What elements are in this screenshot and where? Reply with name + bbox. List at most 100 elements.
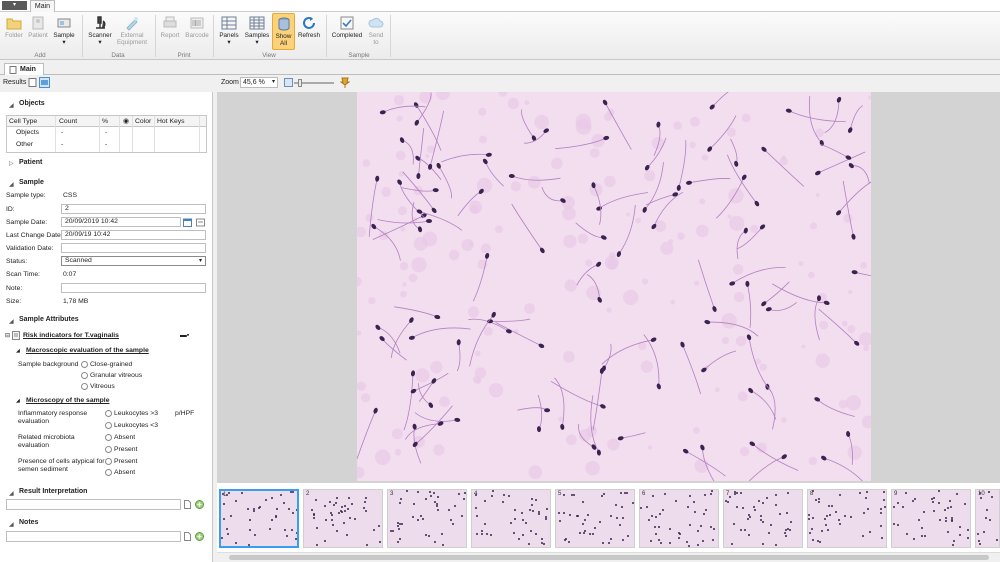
send-to-button[interactable]: Send to	[366, 15, 386, 46]
column-percent[interactable]: %	[102, 116, 108, 127]
ribbon: Folder Patient Sample ▾ Add Scanner ▾ Exte…	[0, 12, 1000, 60]
table-row-percent: -	[105, 129, 108, 136]
id-field[interactable]: 2	[61, 204, 206, 214]
collapse-triangle-icon[interactable]: ◢	[9, 181, 14, 188]
radio-atypical-absent[interactable]	[105, 469, 112, 476]
result-interpretation-field[interactable]	[6, 499, 181, 510]
radio-granular-vitreous[interactable]	[81, 372, 88, 379]
note-field[interactable]	[61, 283, 206, 293]
external-equipment-button[interactable]: External Equipment	[114, 15, 150, 46]
document-icon[interactable]	[184, 532, 191, 541]
folder-button[interactable]: Folder	[4, 15, 24, 39]
tab-main-document[interactable]: Main	[4, 63, 44, 75]
thumbnail-index: 1	[223, 492, 227, 498]
samples-button[interactable]: Samples ▾	[243, 15, 271, 46]
show-all-button[interactable]: Show All	[272, 13, 295, 50]
vitreous-label: Vitreous	[90, 383, 115, 390]
thumbnail-item[interactable]: 3	[387, 489, 467, 548]
scrollbar-thumb[interactable]	[229, 555, 989, 560]
pin-icon[interactable]	[340, 77, 350, 88]
zoom-fit-icon[interactable]	[284, 78, 293, 87]
document-tab-bar: Main	[0, 61, 1000, 75]
options-menu-icon[interactable]: ▬▪	[180, 332, 189, 339]
radio-vitreous[interactable]	[81, 383, 88, 390]
zoom-select[interactable]: 45,6 % ▾	[240, 77, 278, 88]
column-count[interactable]: Count	[59, 116, 77, 127]
thumbnail-item[interactable]: 6	[639, 489, 719, 548]
thumbnail-item[interactable]: 5	[555, 489, 635, 548]
add-icon[interactable]	[195, 532, 204, 541]
column-color[interactable]: Color	[135, 116, 151, 127]
document-icon	[9, 66, 17, 74]
chevron-down-icon: ▾	[271, 79, 275, 85]
results-label: Results	[3, 79, 27, 86]
app-menu-button[interactable]: ▾	[2, 1, 27, 10]
collapse-triangle-icon[interactable]: ◢	[16, 398, 20, 404]
table-row-type[interactable]: Other	[16, 141, 33, 148]
macroscopic-evaluation-title: Macroscopic evaluation of the sample	[26, 347, 149, 354]
image-view-icon[interactable]	[39, 77, 50, 88]
eye-icon[interactable]: ◉	[123, 116, 129, 127]
collapse-box-icon[interactable]: ⊟	[5, 332, 10, 339]
ribbon-separator	[155, 15, 156, 57]
collapse-triangle-icon[interactable]: ◢	[9, 318, 14, 325]
thumbnail-item[interactable]: 1	[219, 489, 299, 548]
patient-button[interactable]: Patient	[27, 15, 49, 39]
collapse-triangle-icon[interactable]: ◢	[9, 521, 14, 528]
group-label-data: Data	[111, 52, 125, 59]
radio-leukocytes-less[interactable]	[105, 422, 112, 429]
date-spin-icon[interactable]	[196, 218, 205, 227]
radio-atypical-present[interactable]	[105, 458, 112, 465]
microbiota-label-2: evaluation	[18, 442, 49, 449]
zoom-slider[interactable]	[294, 79, 334, 87]
calendar-icon[interactable]	[183, 218, 192, 227]
microscopy-image[interactable]	[357, 92, 871, 481]
collapse-triangle-icon[interactable]: ◢	[9, 102, 14, 109]
column-hot-keys[interactable]: Hot Keys	[157, 116, 185, 127]
grid-divider	[55, 116, 56, 152]
report-button[interactable]: Report	[159, 15, 181, 39]
document-icon[interactable]	[184, 500, 191, 509]
thumbnail-item[interactable]: 7	[723, 489, 803, 548]
notes-field[interactable]	[6, 531, 181, 542]
thumbnail-item[interactable]: 2	[303, 489, 383, 548]
panels-button[interactable]: Panels ▾	[217, 15, 241, 46]
form-icon	[12, 331, 20, 340]
microbiota-absent-label: Absent	[114, 434, 136, 441]
refresh-button[interactable]: Refresh	[297, 15, 321, 39]
patient-section-title[interactable]: Patient	[19, 159, 42, 166]
thumbnail-item[interactable]: 4	[471, 489, 551, 548]
microbiota-label: Related microbiota	[18, 434, 75, 441]
collapse-triangle-icon[interactable]: ◢	[16, 348, 20, 354]
status-select[interactable]: Scanned ▾	[61, 256, 206, 266]
scanner-button[interactable]: Scanner ▾	[86, 15, 114, 46]
report-view-icon[interactable]	[28, 78, 37, 87]
thumbnail-item[interactable]: 9	[891, 489, 971, 548]
sample-date-field[interactable]: 20/09/2019 10:42	[61, 217, 181, 227]
expand-triangle-icon[interactable]: ▷	[9, 160, 14, 167]
radio-close-grained[interactable]	[81, 361, 88, 368]
barcode-button[interactable]: Barcode	[183, 15, 211, 39]
zoom-slider-thumb[interactable]	[298, 79, 303, 87]
refresh-icon	[303, 17, 315, 29]
thumbnail-item[interactable]: 10	[975, 489, 1000, 548]
radio-leukocytes-more[interactable]	[105, 410, 112, 417]
microbiota-present-label: Present	[114, 446, 138, 453]
radio-microbiota-present[interactable]	[105, 446, 112, 453]
collapse-triangle-icon[interactable]: ◢	[9, 490, 14, 497]
horizontal-scrollbar[interactable]	[217, 552, 1000, 562]
inflammatory-label: Inflammatory response	[18, 410, 88, 417]
table-row-type[interactable]: Objects	[16, 129, 39, 136]
thumbnail-item[interactable]: 8	[807, 489, 887, 548]
add-icon[interactable]	[195, 500, 204, 509]
sample-button[interactable]: Sample ▾	[52, 15, 76, 46]
column-cell-type[interactable]: Cell Type	[9, 116, 37, 127]
note-label: Note:	[6, 285, 23, 292]
validation-date-label: Validation Date:	[6, 245, 54, 252]
completed-button[interactable]: Completed	[329, 15, 365, 39]
radio-microbiota-absent[interactable]	[105, 434, 112, 441]
tab-main[interactable]: Main	[30, 0, 55, 12]
ribbon-separator	[82, 15, 83, 57]
table-row-percent: -	[105, 141, 108, 148]
microscope-icon	[96, 16, 106, 29]
